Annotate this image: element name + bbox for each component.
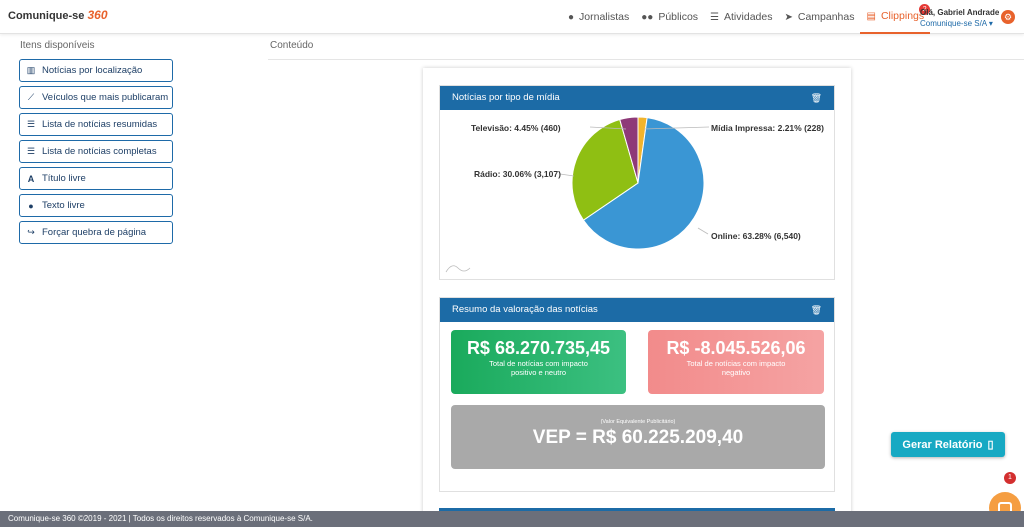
list-icon: ☰ (26, 146, 36, 156)
divider (268, 59, 1024, 60)
main-nav: ● Jornalistas ●● Públicos ☰ Atividades ➤… (562, 0, 931, 34)
valuation-panel-title: Resumo da valoração das notícias (452, 304, 598, 315)
positive-value: R$ 68.270.735,45 (466, 338, 611, 358)
chart-watermark-icon (445, 265, 471, 273)
item-veiculos-publicaram[interactable]: ⟋ Veículos que mais publicaram (19, 86, 173, 109)
item-texto-livre[interactable]: ● Texto livre (19, 194, 173, 217)
pie-label-televisao: Televisão: 4.45% (460) (471, 123, 561, 133)
pie-label-radio: Rádio: 30.06% (3,107) (474, 169, 561, 179)
nav-jornalistas[interactable]: ● Jornalistas (562, 0, 635, 34)
pie-panel-header: Notícias por tipo de mídia 🗑 (440, 86, 834, 110)
item-label: Lista de notícias resumidas (42, 119, 158, 130)
negative-value: R$ -8.045.526,06 (666, 338, 806, 358)
line-chart-icon: ⟋ (27, 92, 35, 102)
item-quebra-pagina[interactable]: ↪ Forçar quebra de página (19, 221, 173, 244)
item-label: Veículos que mais publicaram (42, 92, 169, 103)
generate-report-label: Gerar Relatório (902, 438, 983, 451)
nav-campanhas[interactable]: ➤ Campanhas (778, 0, 860, 34)
bar-chart-icon: ▥ (26, 65, 36, 75)
negative-label: Total de notícias com impacto negativo (686, 359, 786, 377)
vep-note: (Valor Equivalente Publicitário) (600, 419, 676, 425)
share-icon: ↪ (27, 227, 35, 237)
user-menu[interactable]: Olá, Gabriel Andrade Comunique-se S/A ▾ (920, 7, 999, 29)
newspaper-icon: ▤ (866, 10, 876, 22)
item-noticias-localizacao[interactable]: ▥ Notícias por localização (19, 59, 173, 82)
pie-label-midia-impressa: Mídia Impressa: 2.21% (228) (711, 123, 824, 133)
chat-badge: 1 (1004, 472, 1016, 484)
nav-label: Campanhas (797, 11, 855, 23)
list-icon: ☰ (26, 119, 36, 129)
pie-chart: Televisão: 4.45% (460) Mídia Impressa: 2… (440, 110, 834, 280)
nav-label: Clippings (880, 10, 925, 22)
pie-panel-title: Notícias por tipo de mídia (452, 92, 560, 103)
content-title: Conteúdo (270, 40, 314, 51)
group-icon: ●● (641, 11, 654, 23)
positive-value-card: R$ 68.270.735,45 Total de notícias com i… (451, 330, 626, 394)
user-greeting: Olá, Gabriel Andrade (920, 8, 1000, 17)
pie-leader-line (559, 173, 575, 177)
comment-icon: ● (28, 200, 34, 211)
available-items-list: ▥ Notícias por localização ⟋ Veículos qu… (19, 59, 173, 248)
nav-label: Públicos (658, 11, 699, 23)
negative-value-card: R$ -8.045.526,06 Total de notícias com i… (648, 330, 824, 394)
footer: Comunique-se 360 ©2019 - 2021 | Todos os… (0, 511, 1024, 527)
item-titulo-livre[interactable]: A Título livre (19, 167, 173, 190)
list-icon: ☰ (710, 11, 720, 23)
item-label: Título livre (42, 173, 86, 184)
person-icon: ● (568, 11, 575, 23)
vep-card: (Valor Equivalente Publicitário) VEP = R… (451, 405, 825, 469)
font-icon: A (27, 173, 35, 184)
item-lista-completas[interactable]: ☰ Lista de notícias completas (19, 140, 173, 163)
item-label: Lista de notícias completas (42, 146, 157, 157)
pie-panel: Notícias por tipo de mídia 🗑 Televisão: … (439, 85, 835, 280)
valuation-panel-header: Resumo da valoração das notícias 🗑 (440, 298, 834, 322)
logo[interactable]: Comunique-se 360 (8, 8, 108, 22)
pie-label-online: Online: 63.28% (6,540) (711, 231, 801, 241)
item-label: Notícias por localização (42, 65, 143, 76)
generate-report-button[interactable]: Gerar Relatório ▯ (891, 432, 1005, 457)
gear-icon[interactable]: ⚙ (1001, 10, 1015, 24)
trash-icon[interactable]: 🗑 (811, 86, 822, 110)
send-icon: ➤ (784, 11, 793, 23)
user-org[interactable]: Comunique-se S/A ▾ (920, 18, 999, 29)
item-label: Texto livre (42, 200, 85, 211)
nav-atividades[interactable]: ☰ Atividades (704, 0, 778, 34)
pie-leader-line (697, 227, 709, 235)
positive-label: Total de notícias com impacto positivo e… (489, 359, 588, 377)
vep-value: VEP = R$ 60.225.209,40 (532, 427, 744, 448)
trash-icon[interactable]: 🗑 (811, 298, 822, 322)
item-label: Forçar quebra de página (42, 227, 147, 238)
available-items-title: Itens disponíveis (20, 40, 95, 51)
file-icon: ▯ (987, 439, 994, 451)
logo-number: 360 (87, 8, 108, 22)
nav-label: Atividades (724, 11, 773, 23)
top-bar: Comunique-se 360 ● Jornalistas ●● Públic… (0, 0, 1024, 34)
pie-chart-svg (445, 116, 710, 273)
nav-label: Jornalistas (579, 11, 630, 23)
item-lista-resumidas[interactable]: ☰ Lista de notícias resumidas (19, 113, 173, 136)
nav-publicos[interactable]: ●● Públicos (635, 0, 704, 34)
logo-text: Comunique-se (8, 10, 85, 22)
